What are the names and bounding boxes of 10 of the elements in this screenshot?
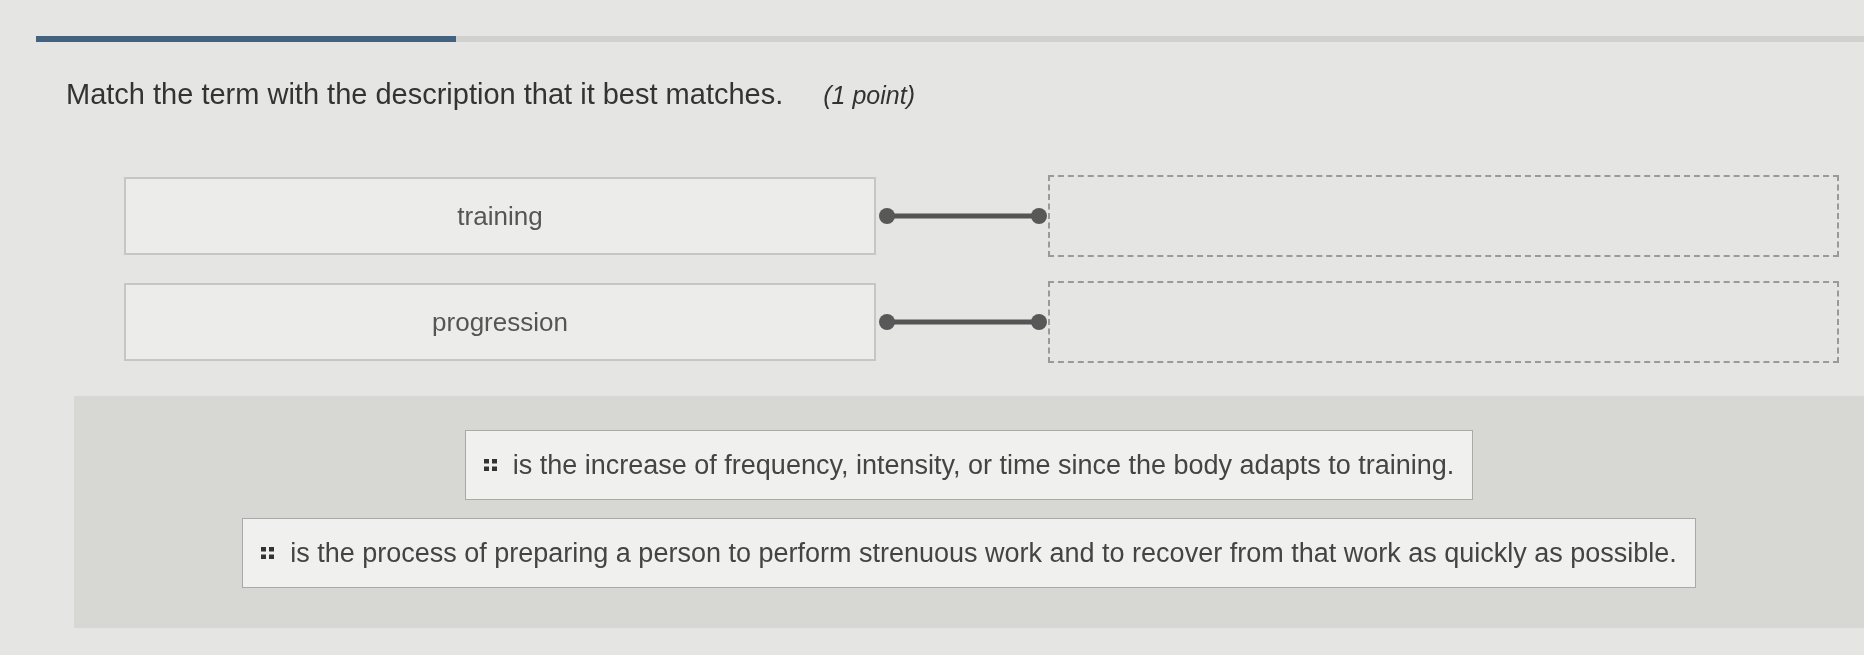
drop-zone[interactable] [1048,281,1839,363]
term-box: training [124,177,876,255]
drag-handle-icon [483,459,497,471]
draggable-answer[interactable]: is the process of preparing a person to perform strenuous work and to recover from that work as quickly as possible. [242,518,1696,588]
question-text: Match the term with the description that it best matches. [66,78,784,110]
term-box: progression [124,283,876,361]
points-label: (1 point) [823,80,915,111]
drop-zone[interactable] [1048,175,1839,257]
draggable-answer[interactable]: is the increase of frequency, intensity, or time since the body adapts to training. [464,430,1474,500]
drag-handle-icon [261,547,275,559]
